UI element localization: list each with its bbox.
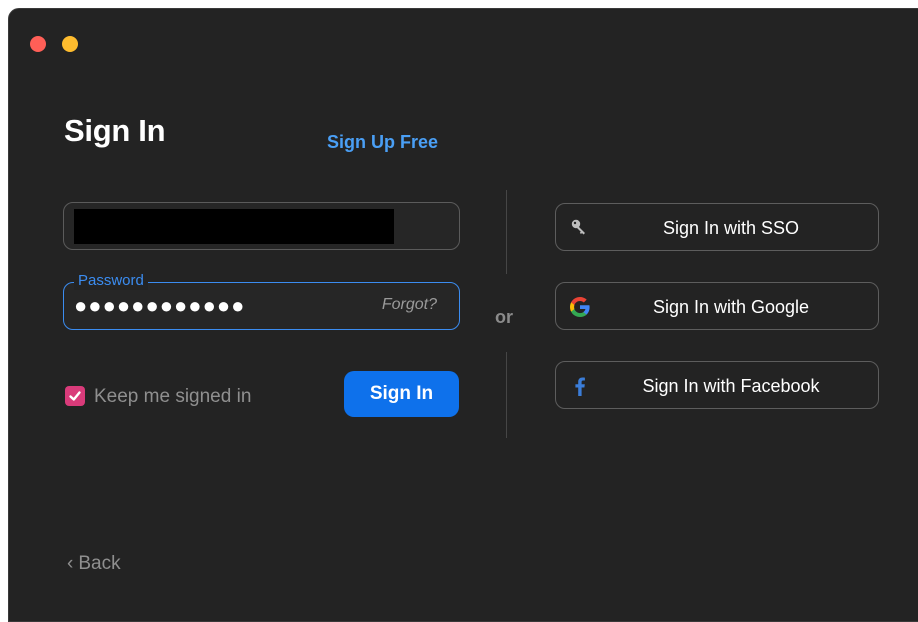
- divider-top: [506, 190, 507, 274]
- sign-in-google-button[interactable]: Sign In with Google: [555, 282, 879, 330]
- sso-button-label: Sign In with SSO: [662, 218, 800, 238]
- keep-signed-in-label: Keep me signed in: [94, 386, 252, 407]
- sign-in-sso-button[interactable]: Sign In with SSO: [555, 203, 879, 251]
- window-close-button[interactable]: [30, 36, 46, 52]
- back-link[interactable]: ‹ Back: [67, 553, 121, 575]
- back-label: Back: [78, 553, 121, 574]
- password-value: ●●●●●●●●●●●●: [74, 293, 246, 318]
- email-field[interactable]: [63, 202, 460, 250]
- email-value-redacted: [74, 209, 394, 244]
- window-minimize-button[interactable]: [62, 36, 78, 52]
- checkmark-icon: [69, 391, 81, 401]
- keep-signed-in-checkbox[interactable]: [65, 386, 85, 406]
- page-title: Sign In: [64, 113, 166, 148]
- facebook-button-label: Sign In with Facebook: [642, 376, 820, 396]
- sign-in-button[interactable]: Sign In: [344, 371, 459, 417]
- sign-in-window: Sign In Sign Up Free Password ●●●●●●●●●●…: [8, 8, 918, 622]
- forgot-password-link[interactable]: Forgot?: [382, 296, 437, 314]
- google-button-label: Sign In with Google: [652, 297, 810, 317]
- sign-in-facebook-button[interactable]: Sign In with Facebook: [555, 361, 879, 409]
- chevron-left-icon: ‹: [67, 553, 74, 574]
- password-label: Password: [74, 272, 148, 290]
- sign-up-free-link[interactable]: Sign Up Free: [327, 132, 438, 153]
- or-separator: or: [495, 307, 513, 327]
- divider-bottom: [506, 352, 507, 438]
- password-field[interactable]: Password ●●●●●●●●●●●● Forgot?: [63, 272, 460, 330]
